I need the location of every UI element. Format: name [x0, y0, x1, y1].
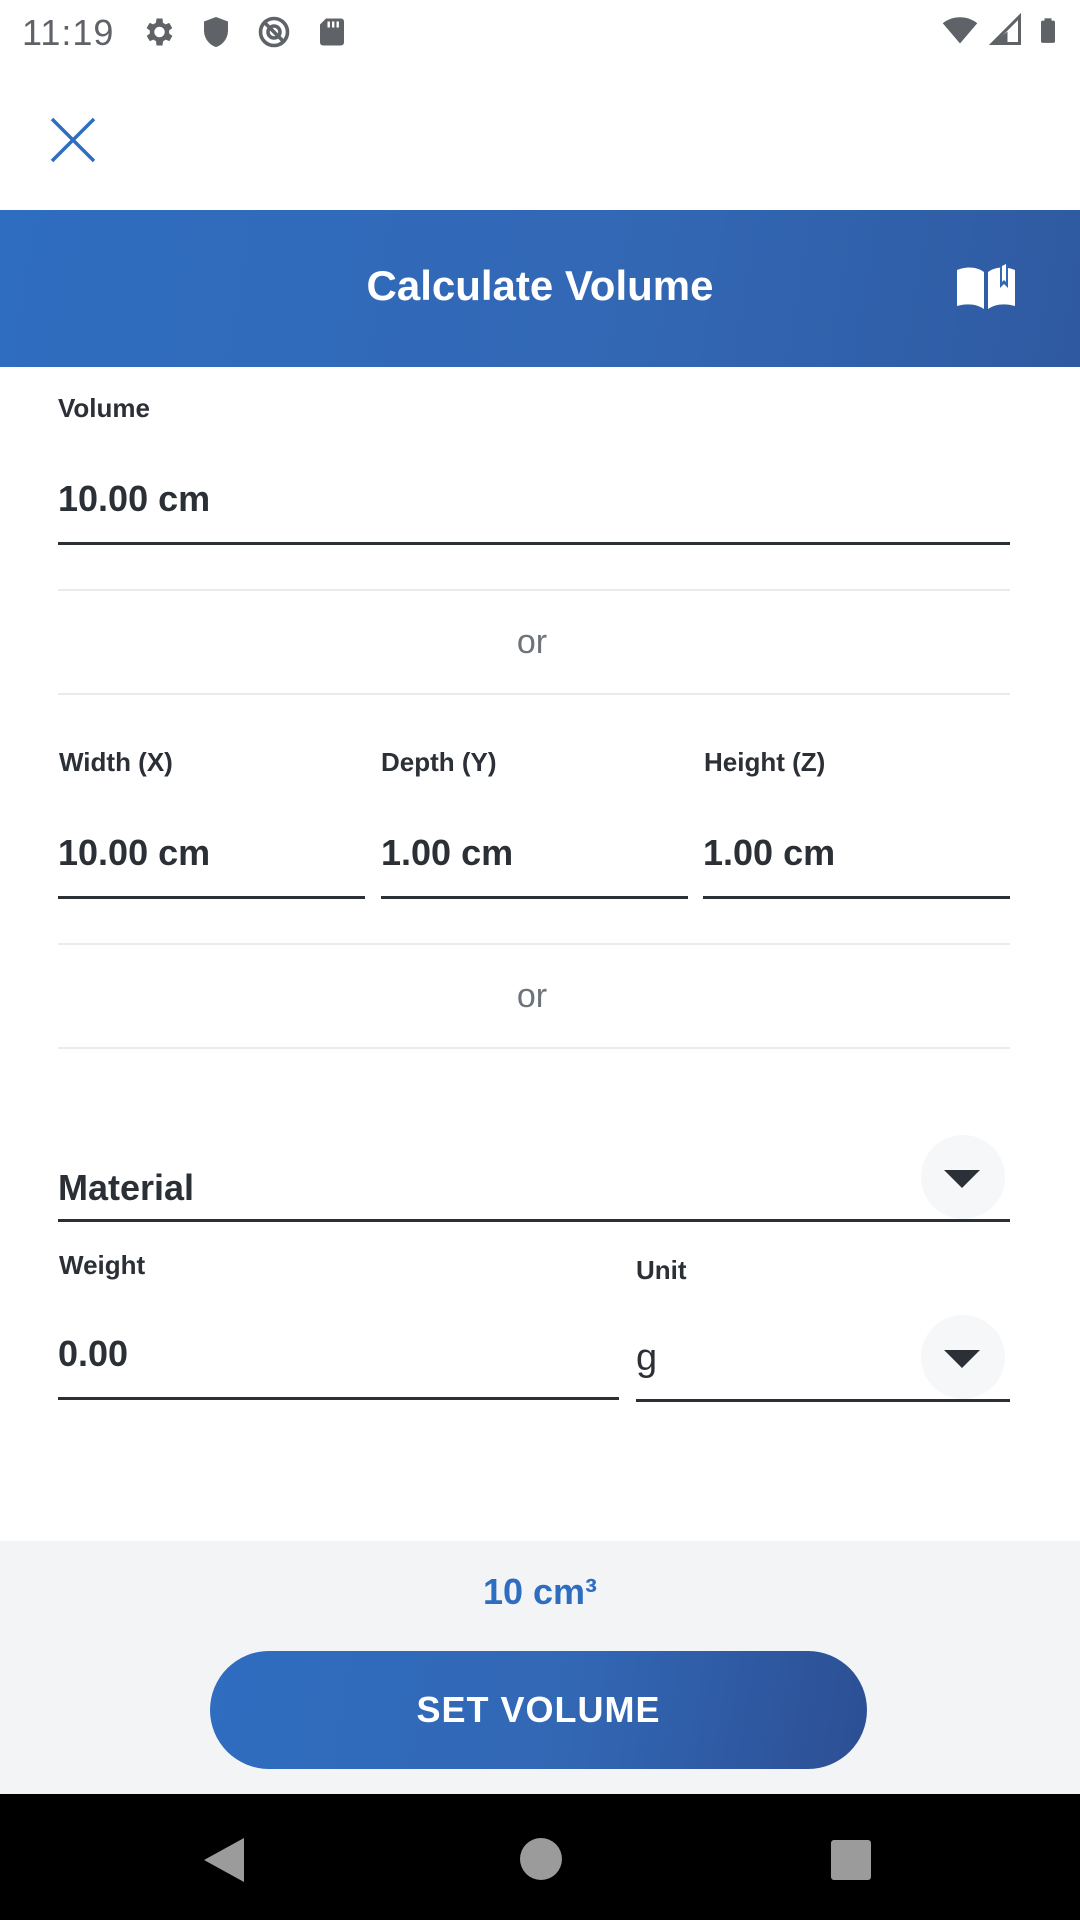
- divider: [58, 589, 1010, 591]
- status-bar: 11:19: [0, 0, 1080, 63]
- material-placeholder: Material: [58, 1167, 195, 1208]
- battery-icon: [1041, 18, 1055, 43]
- back-icon[interactable]: [202, 1836, 246, 1884]
- width-label: Width (X): [59, 747, 173, 777]
- status-icons-right: [942, 12, 1062, 48]
- height-value: 1.00 cm: [703, 832, 836, 873]
- weight-value: 0.00: [58, 1333, 129, 1374]
- home-icon[interactable]: [520, 1838, 562, 1880]
- divider: [58, 1047, 1010, 1049]
- chevron-down-icon: [944, 1350, 980, 1368]
- unit-label: Unit: [636, 1255, 687, 1285]
- set-volume-button[interactable]: SET VOLUME: [210, 1651, 867, 1769]
- page-title: Calculate Volume: [366, 262, 714, 309]
- signal-icon: [988, 12, 1021, 45]
- status-icons-left: [140, 14, 350, 50]
- or-separator: or: [516, 623, 548, 661]
- or-separator: or: [516, 977, 548, 1015]
- width-underline: [58, 896, 365, 899]
- material-dropdown[interactable]: Material: [58, 1135, 1010, 1222]
- footer: 10 cm³ SET VOLUME: [0, 1541, 1080, 1794]
- height-label: Height (Z): [704, 747, 826, 777]
- status-time: 11:19: [22, 12, 115, 53]
- chevron-down-icon: [944, 1170, 980, 1188]
- depth-input[interactable]: 1.00 cm: [381, 824, 688, 899]
- height-underline: [703, 896, 1010, 899]
- depth-label: Depth (Y): [381, 747, 497, 777]
- volume-result: 10 cm³: [482, 1571, 598, 1612]
- volume-input[interactable]: 10.00 cm: [58, 470, 1010, 545]
- depth-value: 1.00 cm: [381, 832, 514, 873]
- weight-label: Weight: [59, 1250, 146, 1280]
- width-input[interactable]: 10.00 cm: [58, 824, 365, 899]
- close-icon[interactable]: [46, 113, 100, 167]
- shield-icon: [204, 17, 228, 47]
- volume-value: 10.00 cm: [58, 478, 211, 519]
- weight-underline: [58, 1397, 619, 1400]
- header-banner: Calculate Volume: [0, 210, 1080, 367]
- recents-icon[interactable]: [831, 1840, 871, 1880]
- divider: [58, 693, 1010, 695]
- wifi-icon: [942, 17, 978, 44]
- volume-underline: [58, 542, 1010, 545]
- sd-card-icon: [320, 18, 344, 46]
- top-bar: [0, 63, 1080, 210]
- no-sync-icon: [258, 16, 290, 48]
- unit-dropdown[interactable]: g: [636, 1315, 1010, 1402]
- depth-underline: [381, 896, 688, 899]
- height-input[interactable]: 1.00 cm: [703, 824, 1010, 899]
- book-icon[interactable]: [955, 262, 1017, 312]
- divider: [58, 943, 1010, 945]
- material-underline: [58, 1219, 1010, 1222]
- system-nav-bar: [0, 1794, 1080, 1920]
- volume-label: Volume: [58, 393, 150, 423]
- unit-value: g: [636, 1337, 658, 1379]
- unit-underline: [636, 1399, 1010, 1402]
- width-value: 10.00 cm: [58, 832, 211, 873]
- gear-icon: [146, 18, 173, 46]
- weight-input[interactable]: 0.00: [58, 1325, 619, 1400]
